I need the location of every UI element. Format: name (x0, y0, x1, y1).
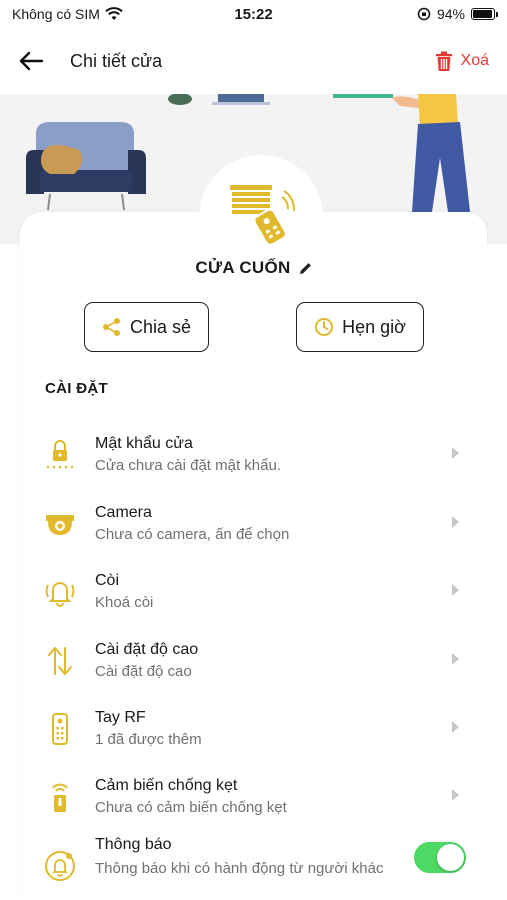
delete-label: Xoá (460, 52, 489, 69)
schedule-label: Hẹn giờ (342, 316, 406, 337)
setting-notification: Thông báo Thông báo khi có hành động từ … (20, 826, 487, 900)
device-name-row: CỬA CUỐN (0, 258, 507, 278)
setting-door-password[interactable]: Mật khẩu cửa Cửa chưa cài đặt mật khẩu. (20, 425, 487, 485)
setting-title: Camera (95, 504, 152, 521)
setting-anti-pinch-sensor[interactable]: Cảm biến chống kẹt Chưa có cảm biến chốn… (20, 767, 487, 827)
wifi-icon (105, 7, 123, 20)
back-button[interactable] (18, 43, 54, 79)
status-right: 94% (417, 6, 498, 22)
setting-title: Mật khẩu cửa (95, 435, 193, 452)
setting-subtitle: Khoá còi (95, 594, 154, 611)
setting-title: Cài đặt độ cao (95, 641, 199, 658)
setting-rf-remote[interactable]: Tay RF 1 đã được thêm (20, 699, 487, 759)
status-left: Không có SIM (12, 6, 123, 22)
setting-title: Tay RF (95, 709, 146, 726)
height-arrows-icon (42, 643, 78, 679)
setting-title: Thông báo (95, 836, 172, 853)
camera-icon (42, 506, 78, 542)
status-bar: Không có SIM 15:22 94% (0, 0, 507, 28)
chevron-right-icon (452, 447, 459, 459)
clock-icon (315, 318, 334, 336)
setting-horn[interactable]: Còi Khoá còi (20, 562, 487, 622)
notification-bell-icon (42, 848, 78, 884)
share-icon (102, 318, 120, 336)
settings-section-title: CÀI ĐẶT (45, 380, 108, 397)
sensor-icon (42, 779, 78, 815)
setting-subtitle: Thông báo khi có hành động từ người khác (95, 860, 384, 877)
nav-bar: Chi tiết cửa Xoá (0, 28, 507, 94)
battery-fill (473, 10, 492, 18)
lock-icon (42, 437, 78, 473)
arrow-left-icon (19, 51, 44, 71)
setting-subtitle: Chưa có cảm biến chống kẹt (95, 799, 287, 816)
schedule-button[interactable]: Hẹn giờ (296, 302, 424, 352)
share-label: Chia sẻ (129, 316, 192, 337)
setting-subtitle: 1 đã được thêm (95, 731, 202, 748)
toggle-knob (437, 844, 464, 871)
armchair (26, 122, 146, 211)
chevron-right-icon (452, 721, 459, 733)
setting-title: Cảm biến chống kẹt (95, 777, 238, 794)
carrier-text: Không có SIM (12, 6, 100, 22)
person-figure (392, 94, 470, 212)
plant-pot (168, 94, 192, 105)
setting-subtitle: Chưa có camera, ấn để chọn (95, 526, 290, 543)
setting-subtitle: Cửa chưa cài đặt mật khẩu. (95, 457, 282, 474)
trash-icon (435, 51, 452, 71)
device-name: CỬA CUỐN (195, 258, 291, 277)
chevron-right-icon (452, 789, 459, 801)
status-time: 15:22 (234, 5, 273, 23)
bell-icon (42, 574, 78, 610)
setting-camera[interactable]: Camera Chưa có camera, ấn để chọn (20, 494, 487, 554)
notification-toggle[interactable] (414, 842, 466, 873)
chevron-right-icon (452, 653, 459, 665)
setting-subtitle: Cài đặt độ cao (95, 663, 192, 680)
remote-icon (42, 711, 78, 747)
setting-height[interactable]: Cài đặt độ cao Cài đặt độ cao (20, 631, 487, 691)
share-button[interactable]: Chia sẻ (84, 302, 209, 352)
roller-door-icon (230, 185, 295, 245)
edit-icon[interactable] (299, 262, 312, 275)
setting-title: Còi (95, 572, 120, 589)
delete-button[interactable]: Xoá (435, 51, 489, 72)
chevron-right-icon (452, 584, 459, 596)
battery-icon (471, 8, 498, 20)
chevron-right-icon (452, 516, 459, 528)
page-title: Chi tiết cửa (70, 50, 163, 71)
wall-shelf (333, 94, 393, 98)
battery-percent: 94% (436, 6, 465, 22)
orientation-lock-icon (417, 7, 431, 21)
